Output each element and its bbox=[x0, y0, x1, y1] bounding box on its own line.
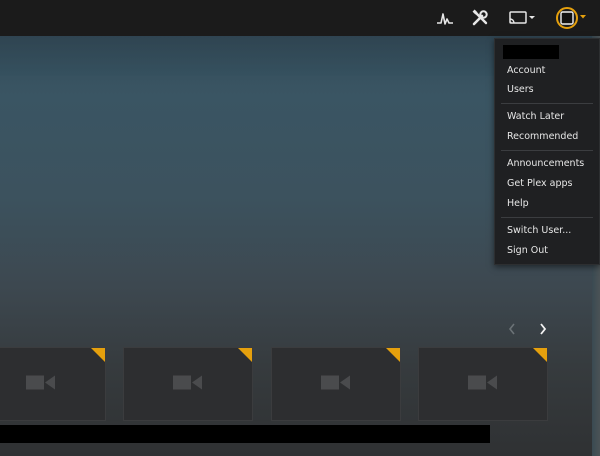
menu-item-sign-out[interactable]: Sign Out bbox=[507, 243, 548, 259]
unwatched-badge bbox=[533, 348, 547, 362]
carousel-next-button[interactable] bbox=[536, 321, 550, 337]
video-camera-icon bbox=[173, 374, 203, 395]
unwatched-badge bbox=[238, 348, 252, 362]
chevron-left-icon bbox=[508, 323, 515, 335]
top-bar bbox=[0, 0, 600, 36]
menu-divider bbox=[501, 103, 593, 104]
media-card[interactable] bbox=[123, 347, 253, 421]
menu-item-get-plex-apps[interactable]: Get Plex apps bbox=[507, 176, 572, 192]
user-dropdown-menu: Account Users Watch Later Recommended An… bbox=[494, 38, 600, 265]
menu-item-account[interactable]: Account bbox=[507, 63, 545, 79]
menu-divider bbox=[501, 217, 593, 218]
avatar-icon[interactable] bbox=[553, 7, 593, 29]
carousel-prev-button[interactable] bbox=[505, 321, 519, 337]
redacted-username bbox=[503, 45, 559, 59]
cast-icon[interactable] bbox=[507, 7, 537, 29]
video-camera-icon bbox=[26, 374, 56, 395]
settings-tools-icon[interactable] bbox=[469, 7, 491, 29]
activity-icon[interactable] bbox=[434, 7, 456, 29]
menu-item-recommended[interactable]: Recommended bbox=[507, 129, 578, 145]
media-card[interactable] bbox=[418, 347, 548, 421]
redacted-title-bar bbox=[0, 425, 490, 443]
unwatched-badge bbox=[386, 348, 400, 362]
menu-divider bbox=[501, 150, 593, 151]
unwatched-badge bbox=[91, 348, 105, 362]
menu-item-help[interactable]: Help bbox=[507, 196, 529, 212]
chevron-right-icon bbox=[540, 323, 547, 335]
menu-item-announcements[interactable]: Announcements bbox=[507, 156, 584, 172]
menu-item-watch-later[interactable]: Watch Later bbox=[507, 109, 564, 125]
media-card[interactable] bbox=[271, 347, 401, 421]
video-camera-icon bbox=[321, 374, 351, 395]
media-card[interactable] bbox=[0, 347, 106, 421]
menu-item-switch-user[interactable]: Switch User... bbox=[507, 223, 571, 239]
menu-item-users[interactable]: Users bbox=[507, 82, 534, 98]
video-camera-icon bbox=[468, 374, 498, 395]
